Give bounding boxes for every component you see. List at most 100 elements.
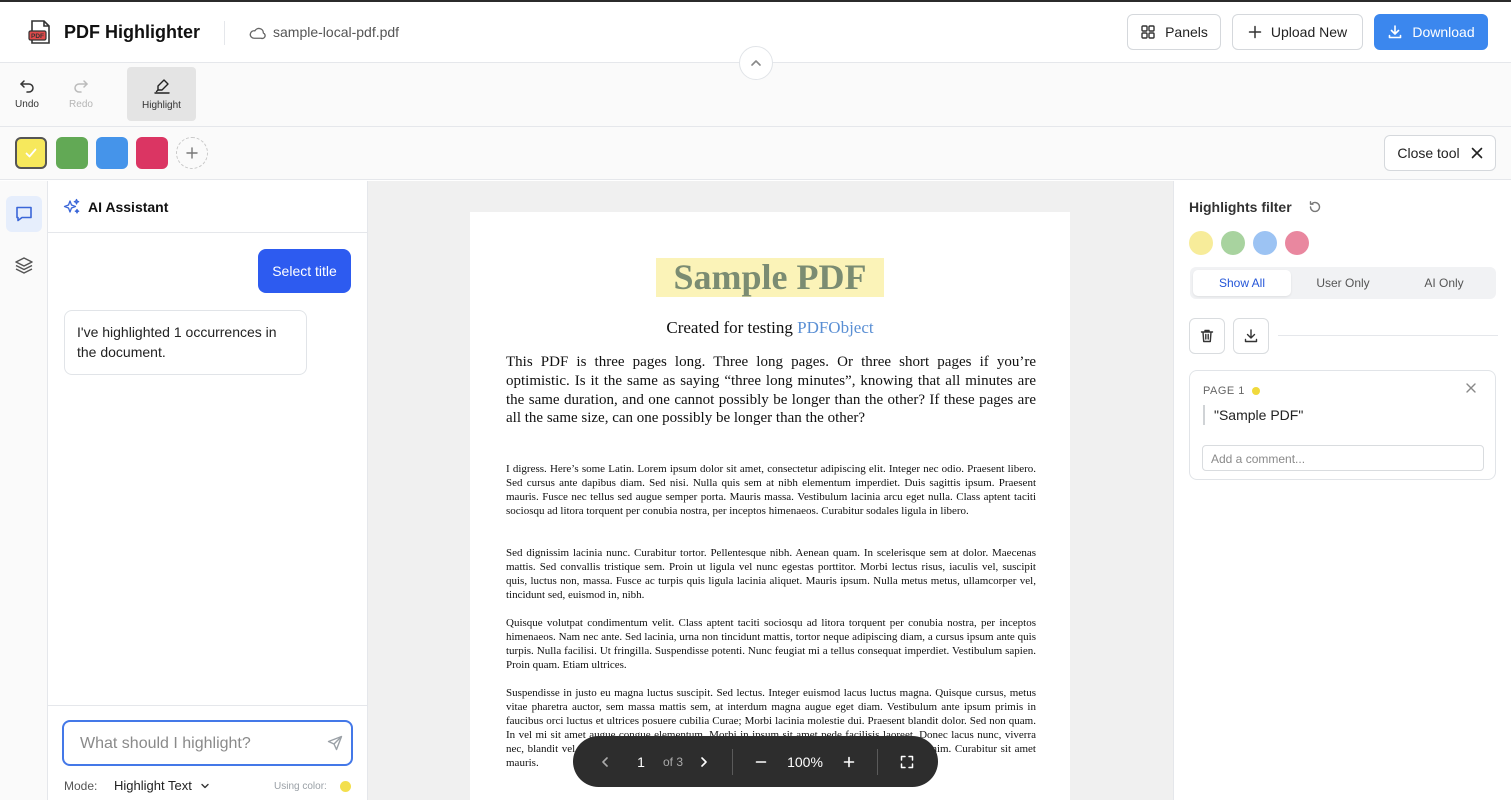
comment-input[interactable] bbox=[1211, 451, 1471, 467]
chat-icon bbox=[14, 204, 34, 224]
zoom-level: 100% bbox=[787, 753, 823, 770]
prev-page-button[interactable] bbox=[595, 736, 615, 787]
reset-filter-icon[interactable] bbox=[1308, 200, 1322, 214]
app-title: PDF Highlighter bbox=[64, 22, 200, 42]
panels-button[interactable]: Panels bbox=[1127, 14, 1221, 50]
color-swatch-blue[interactable] bbox=[96, 137, 128, 169]
filter-color-green[interactable] bbox=[1221, 231, 1245, 255]
ai-assistant-panel: AI Assistant Select title I've highlight… bbox=[48, 181, 368, 800]
download-button[interactable]: Download bbox=[1374, 14, 1488, 50]
logo-text: PDF bbox=[31, 33, 44, 40]
check-icon bbox=[24, 146, 38, 160]
close-tool-label: Close tool bbox=[1397, 145, 1460, 161]
mode-label: Mode: bbox=[64, 779, 98, 793]
pdfobject-link[interactable]: PDFObject bbox=[797, 318, 874, 337]
page-navigation-bar: 1 of 3 100% bbox=[573, 736, 938, 787]
document-paragraph: Sed dignissim lacinia nunc. Curabitur to… bbox=[506, 547, 1036, 602]
plus-icon bbox=[843, 756, 855, 768]
assistant-message: I've highlighted 1 occurrences in the do… bbox=[64, 310, 307, 375]
fullscreen-icon bbox=[900, 755, 914, 769]
highlight-quote: "Sample PDF" bbox=[1203, 405, 1303, 425]
send-icon[interactable] bbox=[327, 735, 343, 751]
mode-select[interactable]: Highlight Text bbox=[114, 778, 210, 793]
download-label: Download bbox=[1412, 24, 1475, 40]
highlight-label: Highlight bbox=[142, 99, 181, 111]
plus-icon bbox=[185, 146, 199, 160]
upload-new-button[interactable]: Upload New bbox=[1232, 14, 1363, 50]
fullscreen-button[interactable] bbox=[896, 736, 918, 787]
tab-show-all[interactable]: Show All bbox=[1193, 270, 1291, 296]
filter-color-yellow[interactable] bbox=[1189, 231, 1213, 255]
minus-icon bbox=[755, 756, 767, 768]
filter-color-blue[interactable] bbox=[1253, 231, 1277, 255]
chevron-left-icon bbox=[600, 756, 610, 768]
color-swatch-green[interactable] bbox=[56, 137, 88, 169]
document-subtitle: Created for testing PDFObject bbox=[470, 318, 1070, 338]
color-swatch-red[interactable] bbox=[136, 137, 168, 169]
tab-ai-only[interactable]: AI Only bbox=[1395, 270, 1493, 296]
page-count: of 3 bbox=[662, 754, 683, 769]
zoom-in-button[interactable] bbox=[839, 736, 859, 787]
page-number-input[interactable]: 1 bbox=[631, 736, 651, 787]
highlights-filter-title: Highlights filter bbox=[1189, 199, 1292, 215]
highlight-color-bar: Close tool bbox=[0, 127, 1511, 180]
export-highlights-button[interactable] bbox=[1233, 318, 1269, 354]
highlight-page-label: PAGE 1 bbox=[1203, 385, 1245, 397]
user-message: Select title bbox=[258, 249, 351, 293]
using-color-label: Using color: bbox=[274, 781, 327, 792]
sparkles-icon bbox=[63, 198, 81, 216]
add-color-button[interactable] bbox=[176, 137, 208, 169]
next-page-button[interactable] bbox=[694, 736, 714, 787]
collapse-toolbar-button[interactable] bbox=[739, 46, 773, 80]
using-color-dot bbox=[340, 781, 351, 792]
ai-prompt-input[interactable] bbox=[80, 733, 310, 755]
ai-input-area: Mode: Highlight Text Using color: bbox=[48, 705, 367, 800]
actions-divider bbox=[1278, 335, 1498, 336]
pager-divider bbox=[732, 749, 733, 775]
header-divider bbox=[224, 21, 225, 45]
pdf-page: Sample PDF Created for testing PDFObject… bbox=[470, 212, 1070, 800]
plus-icon bbox=[1248, 25, 1262, 39]
sidebar-item-chat[interactable] bbox=[6, 196, 42, 232]
document-paragraph: Quisque volutpat condimentum velit. Clas… bbox=[506, 617, 1036, 672]
zoom-out-button[interactable] bbox=[751, 736, 771, 787]
grid-icon bbox=[1140, 24, 1156, 40]
delete-highlights-button[interactable] bbox=[1189, 318, 1225, 354]
sidebar-rail bbox=[0, 181, 48, 800]
redo-icon bbox=[73, 79, 89, 93]
redo-label: Redo bbox=[69, 98, 93, 110]
mode-value: Highlight Text bbox=[114, 778, 192, 793]
ai-panel-header: AI Assistant bbox=[48, 181, 367, 233]
trash-icon bbox=[1199, 328, 1215, 344]
close-icon[interactable] bbox=[1466, 383, 1476, 393]
download-icon bbox=[1387, 24, 1403, 40]
filter-color-red[interactable] bbox=[1285, 231, 1309, 255]
cloud-icon bbox=[248, 24, 266, 42]
upload-label: Upload New bbox=[1270, 24, 1348, 40]
highlight-color-dot bbox=[1252, 387, 1260, 395]
document-title-highlighted[interactable]: Sample PDF bbox=[656, 258, 884, 297]
highlight-card[interactable]: PAGE 1 "Sample PDF" bbox=[1189, 370, 1496, 480]
color-swatch-yellow[interactable] bbox=[15, 137, 47, 169]
tab-user-only[interactable]: User Only bbox=[1294, 270, 1392, 296]
document-lead-paragraph: This PDF is three pages long. Three long… bbox=[506, 354, 1036, 427]
panels-label: Panels bbox=[1165, 24, 1208, 40]
subtitle-text: Created for testing bbox=[666, 318, 793, 337]
highlighter-icon bbox=[153, 78, 171, 94]
chevron-up-icon bbox=[749, 56, 763, 70]
ai-prompt-box bbox=[62, 720, 353, 766]
pager-divider bbox=[877, 749, 878, 775]
download-icon bbox=[1243, 328, 1259, 344]
chevron-right-icon bbox=[699, 756, 709, 768]
highlight-source-tabs: Show All User Only AI Only bbox=[1190, 267, 1496, 299]
highlight-tool-button[interactable]: Highlight bbox=[127, 67, 196, 121]
ai-panel-title: AI Assistant bbox=[88, 199, 169, 215]
undo-icon bbox=[19, 79, 35, 93]
redo-button[interactable]: Redo bbox=[62, 67, 100, 121]
sidebar-item-layers[interactable] bbox=[6, 247, 42, 283]
undo-button[interactable]: Undo bbox=[8, 67, 46, 121]
undo-label: Undo bbox=[15, 98, 39, 110]
close-tool-button[interactable]: Close tool bbox=[1384, 135, 1496, 171]
chevron-down-icon bbox=[200, 781, 210, 791]
layers-icon bbox=[14, 255, 34, 275]
